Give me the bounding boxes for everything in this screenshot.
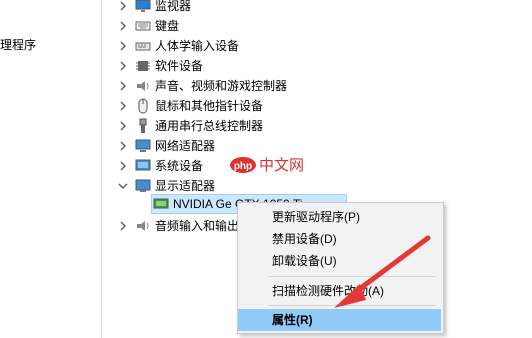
tree-item-software-devices[interactable]: 软件设备 (0, 56, 204, 76)
usb-icon (139, 118, 147, 133)
chevron-down-icon[interactable] (117, 180, 129, 192)
tree-item-audio-io[interactable]: 音频输入和输出 (0, 216, 240, 236)
php-logo-icon: php (230, 156, 256, 173)
chevron-right-icon[interactable] (117, 0, 129, 12)
speaker-icon (137, 81, 149, 91)
tree-item-label: 通用串行总线控制器 (155, 119, 264, 133)
chevron-right-icon[interactable] (117, 120, 129, 132)
tree-item-label: 网络适配器 (155, 139, 216, 153)
menu-update-driver[interactable]: 更新驱动程序(P) (238, 206, 441, 228)
tree-item-label: 软件设备 (155, 59, 204, 73)
menu-item-label: 属性(R) (272, 313, 313, 327)
system-device-icon (135, 159, 151, 171)
chevron-right-icon[interactable] (117, 140, 129, 152)
tree-item-mice[interactable]: 鼠标和其他指针设备 (0, 96, 263, 116)
tree-item-system-devices[interactable]: 系统设备 (0, 156, 204, 176)
tree-item-usb[interactable]: 通用串行总线控制器 (0, 116, 263, 136)
tree-item-label: 系统设备 (155, 159, 204, 173)
svg-text:php: php (234, 161, 252, 172)
tree-item-network[interactable]: 网络适配器 (0, 136, 215, 156)
chevron-right-icon[interactable] (117, 160, 129, 172)
tree-item-label: 声音、视频和游戏控制器 (155, 79, 288, 93)
chevron-right-icon[interactable] (117, 40, 129, 52)
audio-io-icon (137, 221, 149, 231)
tree-item-sound[interactable]: 声音、视频和游戏控制器 (0, 76, 287, 96)
software-device-icon (136, 61, 150, 71)
hid-icon (135, 42, 151, 51)
chevron-right-icon[interactable] (117, 100, 129, 112)
tree-item-label: 鼠标和其他指针设备 (155, 99, 264, 113)
gpu-icon (153, 198, 169, 209)
mouse-icon (138, 98, 148, 114)
tree-item-label: 显示适配器 (155, 179, 216, 193)
display-adapter-icon (135, 179, 151, 192)
tree-item-label: 人体学输入设备 (155, 39, 240, 53)
tree-item-hid[interactable]: 人体学输入设备 (0, 36, 240, 56)
watermark-text: 中文网 (259, 157, 305, 174)
network-icon (135, 139, 151, 152)
menu-item-label: 更新驱动程序(P) (272, 210, 360, 224)
tree-item-keyboards[interactable]: 键盘 (0, 16, 200, 36)
keyboard-icon (135, 21, 151, 31)
chevron-right-icon[interactable] (117, 60, 129, 72)
tree-item-display-adapters[interactable]: 显示适配器 (0, 176, 215, 196)
tree-item-monitors[interactable]: 监视器 (0, 0, 200, 16)
monitor-icon (135, 0, 151, 12)
chevron-right-icon[interactable] (117, 20, 129, 32)
php-watermark: php 中文网 (229, 154, 304, 175)
chevron-right-icon[interactable] (117, 80, 129, 92)
tree-item-label: 音频输入和输出 (155, 219, 240, 233)
tree-item-label: 监视器 (155, 0, 192, 13)
tree-item-label: 键盘 (155, 19, 180, 33)
chevron-right-icon[interactable] (117, 220, 129, 232)
annotation-arrow-icon (334, 235, 431, 308)
